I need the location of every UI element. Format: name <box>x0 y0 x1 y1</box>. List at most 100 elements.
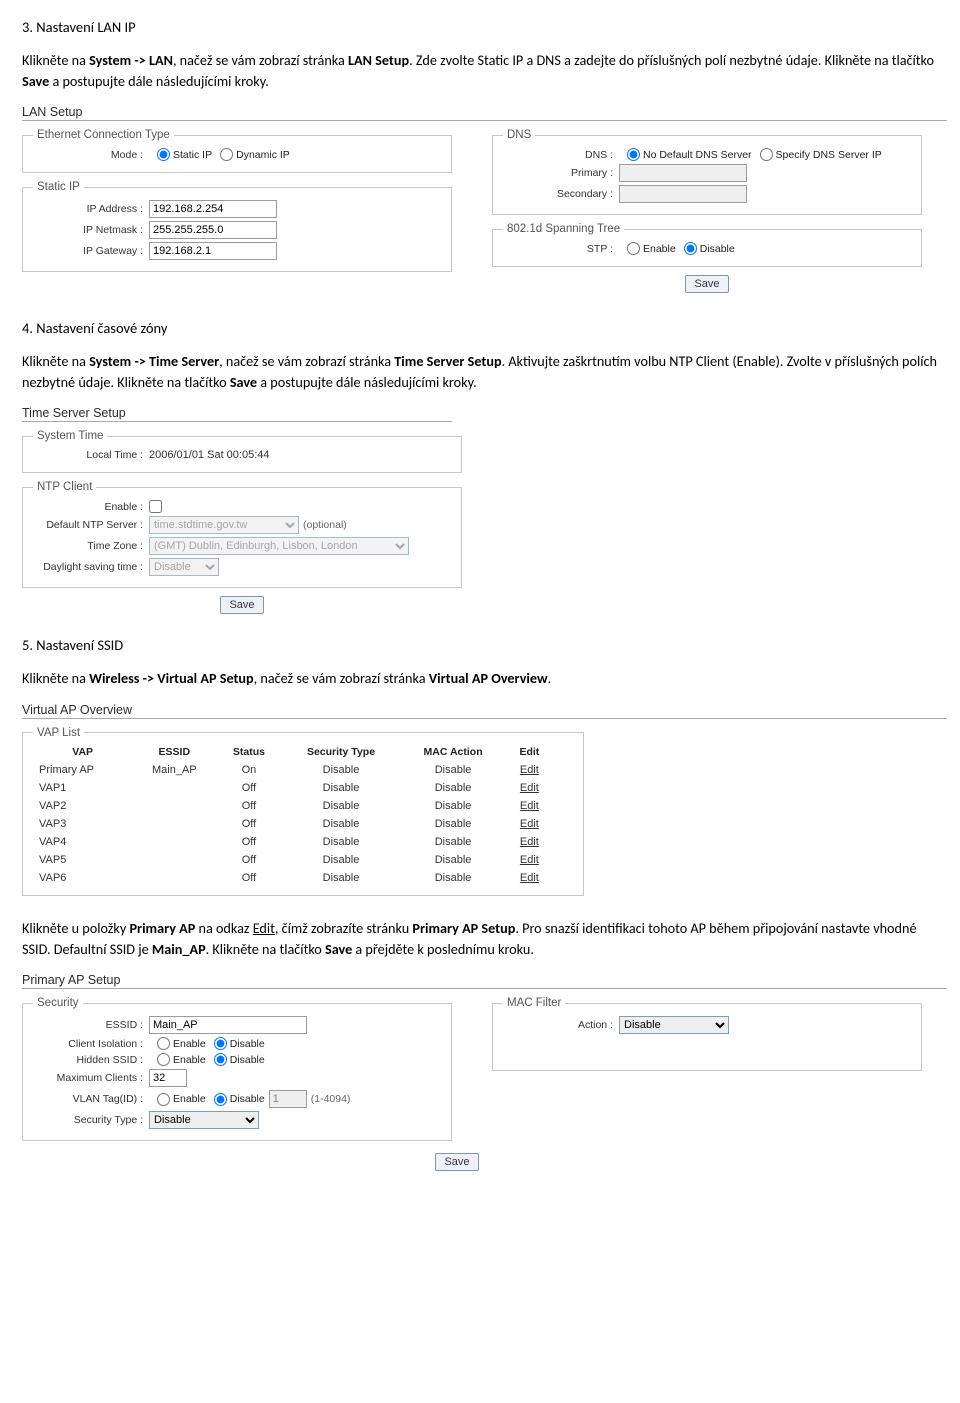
table-row: Primary APMain_APOnDisableDisableEdit <box>33 761 553 779</box>
mode-static-radio[interactable] <box>157 148 170 161</box>
stp-disable-radio[interactable] <box>684 242 697 255</box>
th-status: Status <box>216 743 281 761</box>
vlan-enable-radio[interactable] <box>157 1093 170 1106</box>
ip-address-input[interactable] <box>149 200 277 218</box>
vap-name: VAP6 <box>33 869 132 887</box>
t: Klikněte na <box>22 352 89 370</box>
t: a postupujte dále následujícími kroky. <box>49 72 269 90</box>
iso-disable-radio[interactable] <box>214 1037 227 1050</box>
ntpclient-group: NTP Client Enable : Default NTP Server :… <box>22 481 462 588</box>
vap-edit-link[interactable]: Edit <box>520 764 539 776</box>
vap-overview-title: Virtual AP Overview <box>22 703 947 719</box>
lan-save-button[interactable]: Save <box>685 275 728 293</box>
iso-label: Client Isolation : <box>33 1038 149 1050</box>
vap-edit-link[interactable]: Edit <box>520 872 539 884</box>
dns-specify-text: Specify DNS Server IP <box>776 149 882 161</box>
ethernet-type-legend: Ethernet Connection Type <box>33 129 174 141</box>
t: a postupujte dále následujícími kroky. <box>257 373 477 391</box>
mac-action-select[interactable]: Disable <box>619 1016 729 1034</box>
optional-note: (optional) <box>303 519 347 531</box>
vap-edit-link[interactable]: Edit <box>520 854 539 866</box>
ethernet-type-group: Ethernet Connection Type Mode : Static I… <box>22 129 452 173</box>
t: System -> LAN <box>89 51 173 69</box>
section-5-heading: 5. Nastavení SSID <box>22 636 938 654</box>
ip-netmask-input[interactable] <box>149 221 277 239</box>
vap-edit-link[interactable]: Edit <box>520 800 539 812</box>
t: . <box>548 669 552 687</box>
t: Virtual AP Overview <box>429 669 548 687</box>
mode-dynamic-radio[interactable] <box>220 148 233 161</box>
t: Save <box>22 72 49 90</box>
ts-save-button[interactable]: Save <box>220 596 263 614</box>
stp-enable-text: Enable <box>643 243 676 255</box>
vap-essid <box>132 869 216 887</box>
dns-nodefault-radio[interactable] <box>627 148 640 161</box>
action-label: Action : <box>503 1019 619 1031</box>
ip-gateway-input[interactable] <box>149 242 277 260</box>
vap-edit-link[interactable]: Edit <box>520 818 539 830</box>
t: , načež se vám zobrazí stránka <box>173 51 348 69</box>
primary-label: Primary : <box>503 167 619 179</box>
section-3-para: Klikněte na System -> LAN, načež se vám … <box>22 50 938 91</box>
dns-secondary-input[interactable] <box>619 185 747 203</box>
vap-status: On <box>216 761 281 779</box>
ntp-enable-checkbox[interactable] <box>149 500 162 513</box>
hidden-disable-text: Disable <box>230 1054 265 1066</box>
lan-setup-shot: LAN Setup Ethernet Connection Type Mode … <box>22 105 938 297</box>
secondary-label: Secondary : <box>503 188 619 200</box>
vlan-id-input[interactable] <box>269 1090 307 1108</box>
static-ip-group: Static IP IP Address : IP Netmask : IP G… <box>22 181 452 272</box>
localtime-value: 2006/01/01 Sat 00:05:44 <box>149 449 270 461</box>
ntpclient-legend: NTP Client <box>33 481 96 493</box>
section-4-heading: 4. Nastavení časové zóny <box>22 319 938 337</box>
timezone-select[interactable]: (GMT) Dublin, Edinburgh, Lisbon, London <box>149 537 409 555</box>
t: , načež se vám zobrazí stránka <box>254 669 429 687</box>
localtime-label: Local Time : <box>33 449 149 461</box>
timeserver-title: Time Server Setup <box>22 406 452 422</box>
ip-label: IP Address : <box>33 203 149 215</box>
vap-edit-link[interactable]: Edit <box>520 836 539 848</box>
security-type-select[interactable]: Disable <box>149 1111 259 1129</box>
stp-legend: 802.1d Spanning Tree <box>503 223 624 235</box>
hidden-enable-radio[interactable] <box>157 1053 170 1066</box>
t: Wireless -> Virtual AP Setup <box>89 669 254 687</box>
vap-sec: Disable <box>282 761 401 779</box>
section-5-para: Klikněte na Wireless -> Virtual AP Setup… <box>22 668 938 689</box>
vap-sec: Disable <box>282 851 401 869</box>
gateway-label: IP Gateway : <box>33 245 149 257</box>
stp-enable-radio[interactable] <box>627 242 640 255</box>
table-row: VAP1OffDisableDisableEdit <box>33 779 553 797</box>
vap-mac: Disable <box>400 833 505 851</box>
section-4-para: Klikněte na System -> Time Server, načež… <box>22 351 938 392</box>
iso-enable-radio[interactable] <box>157 1037 170 1050</box>
vap-essid <box>132 779 216 797</box>
vlan-label: VLAN Tag(ID) : <box>33 1093 149 1105</box>
dns-specify-radio[interactable] <box>760 148 773 161</box>
pap-save-button[interactable]: Save <box>435 1153 478 1171</box>
vlan-disable-radio[interactable] <box>214 1093 227 1106</box>
t: , načež se vám zobrazí stránka <box>219 352 394 370</box>
sectype-label: Security Type : <box>33 1114 149 1126</box>
tz-label: Time Zone : <box>33 540 149 552</box>
vlan-disable-text: Disable <box>230 1093 265 1105</box>
vap-edit-link[interactable]: Edit <box>520 782 539 794</box>
dst-label: Daylight saving time : <box>33 561 149 573</box>
vap-status: Off <box>216 779 281 797</box>
vlan-range-text: (1-4094) <box>311 1093 351 1105</box>
t: System -> Time Server <box>89 352 219 370</box>
max-clients-input[interactable] <box>149 1069 187 1087</box>
t: Primary AP <box>129 919 195 937</box>
vap-sec: Disable <box>282 833 401 851</box>
vap-table: VAP ESSID Status Security Type MAC Actio… <box>33 743 553 887</box>
vap-status: Off <box>216 797 281 815</box>
hidden-enable-text: Enable <box>173 1054 206 1066</box>
t: Save <box>230 373 257 391</box>
dns-primary-input[interactable] <box>619 164 747 182</box>
th-vap: VAP <box>33 743 132 761</box>
hidden-disable-radio[interactable] <box>214 1053 227 1066</box>
essid-input[interactable] <box>149 1016 307 1034</box>
t: Time Server Setup <box>394 352 501 370</box>
table-row: VAP3OffDisableDisableEdit <box>33 815 553 833</box>
defntp-select[interactable]: time.stdtime.gov.tw <box>149 516 299 534</box>
dst-select[interactable]: Disable <box>149 558 219 576</box>
